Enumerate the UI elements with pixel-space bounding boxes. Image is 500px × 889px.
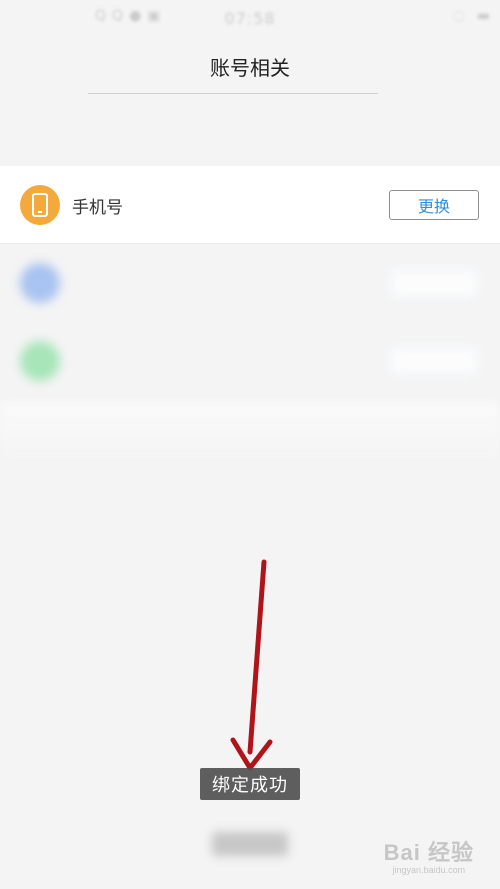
- watermark-url: jingyan.baidu.com: [392, 865, 466, 875]
- wechat-icon: [20, 341, 60, 381]
- status-right-icons: ◌ ▬: [453, 8, 490, 24]
- bind-qq-button[interactable]: [389, 268, 479, 298]
- sync-icon: ◌: [452, 8, 465, 24]
- page-title: 账号相关: [210, 55, 290, 80]
- change-phone-button[interactable]: 更换: [389, 190, 479, 220]
- account-row-phone: 手机号 更换: [0, 166, 500, 244]
- status-bar: Q Q ● ▣ 07:58 ◌ ▬: [0, 0, 500, 36]
- account-list: 手机号 更换: [0, 166, 500, 402]
- bind-wechat-button[interactable]: [389, 346, 479, 376]
- header-divider: [88, 93, 378, 94]
- success-toast: 绑定成功: [200, 768, 300, 800]
- battery-icon: ▬: [476, 8, 490, 24]
- status-time: 07:58: [224, 8, 276, 28]
- account-label-phone: 手机号: [72, 197, 123, 218]
- account-row-qq: [0, 244, 500, 322]
- phone-icon: [20, 185, 60, 225]
- status-left-icons: Q Q ● ▣: [95, 8, 161, 24]
- tip-text: [105, 122, 395, 140]
- baidu-watermark: Bai 经验 jingyan.baidu.com: [384, 835, 474, 875]
- qq-icon: Q: [95, 8, 107, 24]
- qq-icon: [20, 263, 60, 303]
- account-row-wechat: [0, 322, 500, 400]
- watermark-brand: Bai 经验: [383, 840, 474, 865]
- message-icon: ●: [129, 8, 142, 24]
- page-header: 账号相关: [0, 36, 500, 96]
- list-bottom-area: [0, 402, 500, 462]
- sim-icon: ▣: [147, 8, 161, 24]
- bottom-button[interactable]: [212, 832, 288, 856]
- toast-text: 绑定成功: [212, 775, 288, 796]
- qq-icon: Q: [112, 8, 124, 24]
